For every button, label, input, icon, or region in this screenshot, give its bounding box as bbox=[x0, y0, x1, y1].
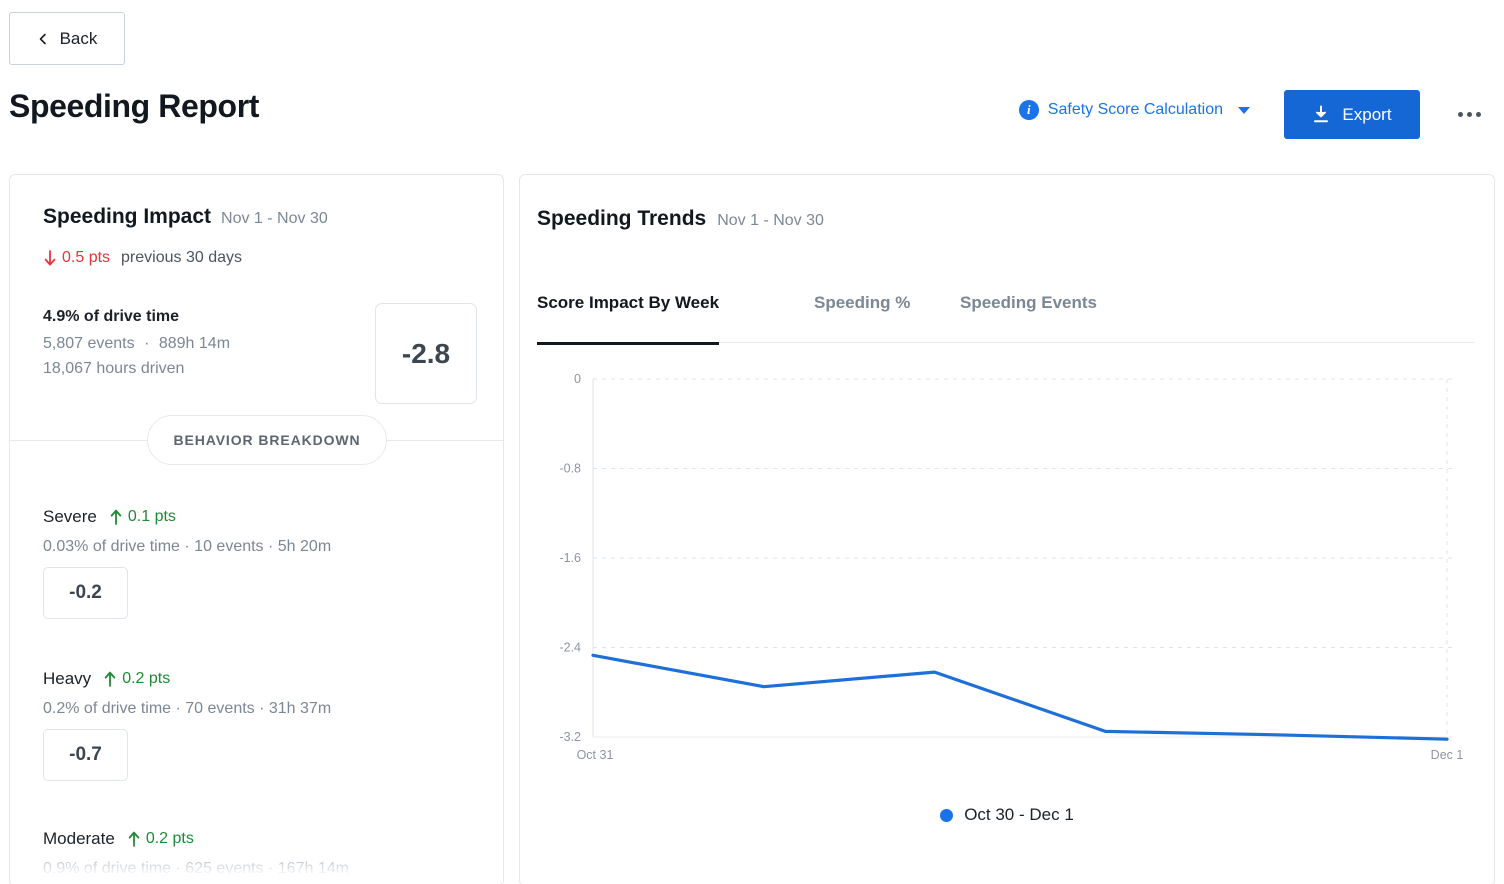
behavior-delta-value: 0.2 pts bbox=[122, 670, 170, 688]
export-button-label: Export bbox=[1342, 105, 1391, 125]
page-title: Speeding Report bbox=[9, 88, 259, 125]
speeding-impact-delta: 0.5 pts previous 30 days bbox=[43, 249, 242, 267]
behavior-subtext: 0.2% of drive time · 70 events · 31h 37m bbox=[43, 700, 331, 718]
events-count: 5,807 events bbox=[43, 335, 135, 352]
back-button-label: Back bbox=[60, 29, 98, 49]
behavior-score: -0.2 bbox=[43, 567, 128, 619]
y-axis-tick-label: -2.4 bbox=[559, 641, 581, 655]
score-impact-line-chart: 0 -0.8 -1.6 -2.4 -3.2 Oct 31 Dec 1 bbox=[537, 365, 1477, 785]
tab-score-impact-by-week[interactable]: Score Impact By Week bbox=[537, 287, 719, 345]
arrow-up-icon bbox=[127, 831, 141, 848]
behavior-name: Severe bbox=[43, 507, 97, 527]
tab-speeding-events[interactable]: Speeding Events bbox=[960, 287, 1097, 345]
y-axis-tick-label: -0.8 bbox=[559, 462, 581, 476]
speeding-impact-date-range: Nov 1 - Nov 30 bbox=[221, 210, 328, 228]
ellipsis-icon-dot bbox=[1467, 112, 1472, 117]
speeding-trends-tabs: Score Impact By Week Speeding % Speeding… bbox=[537, 285, 1474, 345]
x-axis-tick-label: Oct 31 bbox=[577, 748, 614, 762]
events-and-duration: 5,807 events · 889h 14m bbox=[43, 335, 230, 353]
y-axis-tick-label: -1.6 bbox=[559, 551, 581, 565]
chart-legend: Oct 30 - Dec 1 bbox=[520, 805, 1494, 825]
behavior-row-heavy: Heavy 0.2 pts 0.2% of drive time · 70 ev… bbox=[43, 669, 331, 781]
speeding-report-page: Back Speeding Report i Safety Score Calc… bbox=[0, 0, 1504, 884]
behavior-breakdown-pill: BEHAVIOR BREAKDOWN bbox=[147, 415, 387, 465]
info-icon: i bbox=[1019, 100, 1039, 120]
chart-svg: 0 -0.8 -1.6 -2.4 -3.2 Oct 31 Dec 1 bbox=[537, 365, 1477, 785]
export-button[interactable]: Export bbox=[1284, 90, 1420, 139]
speeding-impact-stats: 4.9% of drive time 5,807 events · 889h 1… bbox=[43, 308, 230, 385]
behavior-score: -0.7 bbox=[43, 729, 128, 781]
speeding-impact-delta-note: previous 30 days bbox=[121, 249, 242, 267]
behavior-row-moderate: Moderate 0.2 pts 0.9% of drive time · 62… bbox=[43, 829, 349, 884]
legend-label: Oct 30 - Dec 1 bbox=[964, 805, 1074, 825]
separator-dot: · bbox=[139, 335, 154, 352]
speeding-trends-date-range: Nov 1 - Nov 30 bbox=[717, 212, 824, 230]
speeding-impact-delta-value: 0.5 pts bbox=[62, 249, 110, 267]
chart-line-series bbox=[593, 655, 1447, 739]
ellipsis-icon-dot bbox=[1458, 112, 1463, 117]
chevron-down-icon bbox=[1238, 107, 1250, 114]
speeding-impact-title: Speeding Impact bbox=[43, 205, 211, 229]
back-button[interactable]: Back bbox=[9, 12, 125, 65]
arrow-down-icon bbox=[43, 250, 57, 267]
y-axis-tick-label: 0 bbox=[574, 372, 581, 386]
behavior-name: Moderate bbox=[43, 829, 115, 849]
safety-score-calculation-dropdown[interactable]: i Safety Score Calculation bbox=[1019, 100, 1250, 120]
arrow-up-icon bbox=[103, 671, 117, 688]
behavior-delta-value: 0.1 pts bbox=[128, 508, 176, 526]
behavior-name: Heavy bbox=[43, 669, 91, 689]
behavior-delta-value: 0.2 pts bbox=[146, 830, 194, 848]
behavior-subtext: 0.03% of drive time · 10 events · 5h 20m bbox=[43, 538, 331, 556]
drive-time-percent: 4.9% of drive time bbox=[43, 308, 230, 326]
arrow-up-icon bbox=[109, 509, 123, 526]
speeding-trends-card: Speeding Trends Nov 1 - Nov 30 Score Imp… bbox=[519, 174, 1495, 884]
tab-speeding-percent[interactable]: Speeding % bbox=[814, 287, 910, 345]
speeding-trends-title: Speeding Trends bbox=[537, 207, 706, 231]
ellipsis-icon-dot bbox=[1476, 112, 1481, 117]
speeding-impact-card: Speeding Impact Nov 1 - Nov 30 0.5 pts p… bbox=[9, 174, 504, 884]
speeding-impact-score: -2.8 bbox=[375, 303, 477, 404]
legend-color-dot bbox=[940, 809, 953, 822]
behavior-row-severe: Severe 0.1 pts 0.03% of drive time · 10 … bbox=[43, 507, 331, 619]
chevron-left-icon bbox=[37, 33, 49, 45]
download-icon bbox=[1312, 105, 1330, 124]
behavior-subtext: 0.9% of drive time · 625 events · 167h 1… bbox=[43, 860, 349, 878]
speeding-trends-header: Speeding Trends Nov 1 - Nov 30 bbox=[537, 207, 824, 231]
x-axis-tick-label: Dec 1 bbox=[1431, 748, 1464, 762]
more-options-button[interactable] bbox=[1452, 100, 1486, 128]
safety-score-calculation-label: Safety Score Calculation bbox=[1048, 101, 1223, 119]
y-axis-tick-label: -3.2 bbox=[559, 730, 581, 744]
events-duration: 889h 14m bbox=[159, 335, 230, 352]
speeding-impact-header: Speeding Impact Nov 1 - Nov 30 bbox=[43, 205, 328, 229]
hours-driven: 18,067 hours driven bbox=[43, 360, 230, 378]
